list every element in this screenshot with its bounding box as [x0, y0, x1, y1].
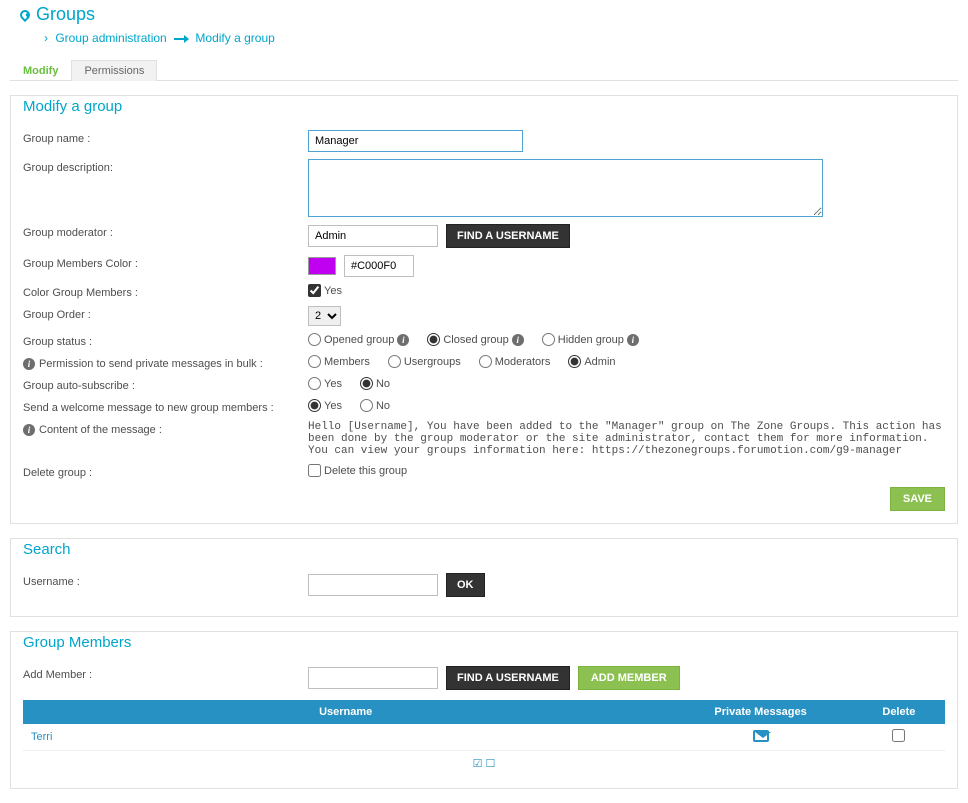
welcome-yes-radio[interactable] [308, 399, 321, 412]
deselect-all-icon[interactable]: ☐ [486, 758, 496, 770]
label-search-username: Username : [23, 573, 308, 588]
auto-yes-radio[interactable] [308, 377, 321, 390]
member-username[interactable]: Terri [23, 724, 668, 751]
group-order-select[interactable]: 2 [308, 306, 341, 326]
breadcrumb-item[interactable]: Modify a group [195, 31, 274, 45]
find-username-button[interactable]: FIND A USERNAME [446, 666, 570, 690]
modify-panel: Modify a group Group name : Group descri… [10, 95, 958, 524]
label-moderator: Group moderator : [23, 224, 308, 239]
info-icon[interactable]: i [397, 334, 409, 346]
status-opened-radio[interactable] [308, 333, 321, 346]
info-icon[interactable]: i [512, 334, 524, 346]
find-username-button[interactable]: FIND A USERNAME [446, 224, 570, 248]
label-delete: Delete group : [23, 464, 308, 479]
page-title-text: Groups [36, 4, 95, 25]
group-name-input[interactable] [308, 130, 523, 152]
th-pm: Private Messages [668, 700, 852, 724]
label-bulk-perm: i Permission to send private messages in… [23, 355, 308, 370]
delete-member-checkbox[interactable] [892, 729, 905, 742]
label-welcome: Send a welcome message to new group memb… [23, 399, 308, 414]
label-group-desc: Group description: [23, 159, 308, 174]
delete-group-checkbox[interactable] [308, 464, 321, 477]
members-table: Username Private Messages Delete Terri [23, 700, 945, 751]
label-msg-content: i Content of the message : [23, 421, 308, 436]
add-member-input[interactable] [308, 667, 438, 689]
welcome-no-radio[interactable] [360, 399, 373, 412]
label-auto-subscribe: Group auto-subscribe : [23, 377, 308, 392]
tab-modify[interactable]: Modify [10, 60, 71, 81]
color-hex-input[interactable] [344, 255, 414, 277]
label-color-members: Color Group Members : [23, 284, 308, 299]
bulk-usergroups-radio[interactable] [388, 355, 401, 368]
search-username-input[interactable] [308, 574, 438, 596]
arrow-right-icon [174, 38, 188, 40]
info-icon[interactable]: i [627, 334, 639, 346]
modify-legend: Modify a group [23, 98, 945, 115]
breadcrumb-item[interactable]: Group administration [55, 31, 166, 45]
color-members-yes: Yes [324, 285, 342, 297]
welcome-message-text: Hello [Username], You have been added to… [308, 421, 945, 457]
th-username: Username [23, 700, 668, 724]
label-color: Group Members Color : [23, 255, 308, 270]
info-icon[interactable]: i [23, 358, 35, 370]
status-hidden-radio[interactable] [542, 333, 555, 346]
auto-no-radio[interactable] [360, 377, 373, 390]
table-footer: ☑ ☐ [23, 751, 945, 776]
bulk-admin-radio[interactable] [568, 355, 581, 368]
color-members-checkbox[interactable] [308, 284, 321, 297]
label-group-name: Group name : [23, 130, 308, 145]
page-title: Groups [10, 4, 958, 25]
search-ok-button[interactable]: OK [446, 573, 485, 597]
moderator-input[interactable] [308, 225, 438, 247]
search-panel: Search Username : OK [10, 538, 958, 617]
search-legend: Search [23, 541, 945, 558]
members-panel: Group Members Add Member : FIND A USERNA… [10, 631, 958, 789]
tabs: Modify Permissions [10, 59, 958, 81]
color-swatch[interactable] [308, 257, 336, 275]
breadcrumb-sep-icon: › [44, 31, 48, 45]
label-status: Group status : [23, 333, 308, 348]
breadcrumb: › Group administration Modify a group [10, 25, 958, 51]
table-row: Terri [23, 724, 945, 751]
info-icon[interactable]: i [23, 424, 35, 436]
tab-permissions[interactable]: Permissions [71, 60, 157, 81]
add-member-button[interactable]: ADD MEMBER [578, 666, 680, 690]
bulk-members-radio[interactable] [308, 355, 321, 368]
bulk-moderators-radio[interactable] [479, 355, 492, 368]
label-order: Group Order : [23, 306, 308, 321]
save-button[interactable]: SAVE [890, 487, 945, 511]
status-closed-radio[interactable] [427, 333, 440, 346]
pin-icon [18, 7, 32, 21]
label-add-member: Add Member : [23, 666, 308, 681]
members-legend: Group Members [23, 634, 945, 651]
select-all-icon[interactable]: ☑ [473, 758, 483, 770]
group-description-input[interactable] [308, 159, 823, 217]
envelope-icon[interactable] [753, 730, 769, 742]
th-delete: Delete [853, 700, 945, 724]
page-header: Groups › Group administration Modify a g… [10, 0, 958, 59]
